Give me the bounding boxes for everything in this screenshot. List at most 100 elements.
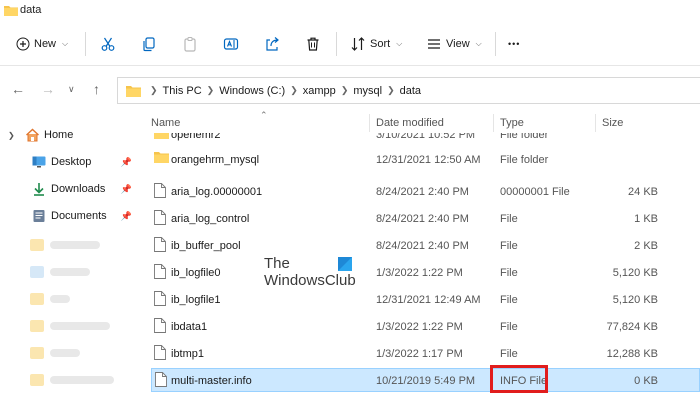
table-row[interactable]: ib_logfile1 12/31/2021 12:49 AM File 5,1… — [151, 288, 700, 312]
column-divider[interactable] — [493, 114, 494, 132]
chevron-right-icon[interactable]: ❯ — [8, 131, 15, 140]
breadcrumb-separator-icon: ❯ — [206, 85, 215, 95]
clipboard-icon — [184, 37, 196, 52]
file-icon — [154, 210, 166, 225]
breadcrumb-this-pc[interactable]: This PC — [163, 85, 202, 97]
forward-arrow-icon[interactable]: → — [41, 81, 55, 97]
separator — [85, 32, 86, 56]
file-date: 12/31/2021 12:50 AM — [376, 154, 481, 166]
breadcrumb-separator-icon: ❯ — [150, 85, 158, 95]
sort-button[interactable]: Sort ⌵ — [350, 32, 402, 56]
breadcrumb-separator-icon: ❯ — [387, 85, 395, 95]
file-icon — [154, 291, 166, 306]
column-header-type[interactable]: Type — [500, 117, 524, 129]
copy-button[interactable] — [141, 32, 157, 56]
table-row[interactable]: aria_log_control 8/24/2021 2:40 PM File … — [151, 207, 700, 231]
file-size: 5,120 KB — [612, 267, 658, 279]
address-row: ← → ∨ ↑ ❯ This PC ❯ Windows (C:) ❯ xampp… — [0, 72, 700, 106]
pin-icon[interactable]: 📌 — [121, 211, 132, 222]
file-name: orangehrm_mysql — [171, 154, 260, 166]
file-date: 8/24/2021 2:40 PM — [376, 186, 469, 198]
view-list-icon — [428, 39, 440, 49]
view-label: View — [446, 38, 470, 50]
file-type: File — [500, 267, 518, 279]
file-icon — [154, 237, 166, 252]
sidebar-item-documents[interactable]: Documents 📌 — [0, 205, 140, 227]
watermark-line1: The — [264, 255, 290, 272]
chevron-down-icon: ⌵ — [475, 39, 482, 48]
file-name: ib_logfile0 — [171, 267, 221, 279]
column-header-size[interactable]: Size — [602, 117, 623, 129]
file-date: 3/10/2021 10:52 PM — [376, 133, 476, 141]
sidebar-item-label: Documents — [51, 210, 107, 222]
sidebar-item-label: Desktop — [51, 156, 92, 168]
breadcrumb-data[interactable]: data — [400, 85, 421, 97]
breadcrumb-mysql[interactable]: mysql — [353, 85, 382, 97]
recent-chevron-icon[interactable]: ∨ — [68, 84, 75, 95]
file-size: 24 KB — [628, 186, 658, 198]
file-type: File — [500, 240, 518, 252]
cut-button[interactable] — [100, 32, 116, 56]
file-name: ib_logfile1 — [171, 294, 221, 306]
up-arrow-icon[interactable]: ↑ — [93, 81, 100, 97]
column-header-name[interactable]: Name — [151, 117, 180, 129]
file-size: 1 KB — [634, 213, 658, 225]
back-arrow-icon[interactable]: ← — [11, 81, 25, 97]
breadcrumb-xampp[interactable]: xampp — [303, 85, 336, 97]
file-size: 0 KB — [634, 375, 658, 387]
file-type: File folder — [500, 133, 549, 141]
file-name: multi-master.info — [171, 375, 252, 387]
table-row[interactable]: ib_buffer_pool 8/24/2021 2:40 PM File 2 … — [151, 234, 700, 258]
file-type: File folder — [500, 154, 549, 166]
folder-icon — [126, 85, 141, 97]
watermark-line2: WindowsClub — [264, 272, 356, 289]
pin-icon[interactable]: 📌 — [121, 157, 132, 168]
file-list: ⌃ Name Date modified Type Size openemr2 … — [143, 108, 700, 394]
table-row-selected[interactable]: multi-master.info 10/21/2019 5:49 PM INF… — [151, 368, 700, 392]
sidebar-item-desktop[interactable]: Desktop 📌 — [0, 151, 140, 173]
file-name: openemr2 — [171, 133, 221, 141]
more-options-button[interactable]: ••• — [508, 32, 520, 56]
address-bar[interactable]: ❯ This PC ❯ Windows (C:) ❯ xampp ❯ mysql… — [117, 77, 700, 104]
file-name: ib_buffer_pool — [171, 240, 241, 252]
desktop-icon — [32, 156, 46, 168]
sort-label: Sort — [370, 38, 391, 50]
column-header-date[interactable]: Date modified — [376, 117, 444, 129]
file-date: 1/3/2022 1:17 PM — [376, 348, 463, 360]
navigation-pane: ❯ Home Desktop 📌 Downloads 📌 Documents 📌 — [0, 110, 140, 394]
file-type: 00000001 File — [500, 186, 570, 198]
table-row[interactable]: ibtmp1 1/3/2022 1:17 PM File 12,288 KB — [151, 342, 700, 366]
file-type: File — [500, 294, 518, 306]
file-name: aria_log.00000001 — [171, 186, 263, 198]
delete-button[interactable] — [305, 32, 321, 56]
file-date: 1/3/2022 1:22 PM — [376, 267, 463, 279]
column-divider[interactable] — [369, 114, 370, 132]
view-button[interactable]: View ⌵ — [426, 32, 482, 56]
folder-icon — [154, 152, 169, 163]
sidebar-item-home[interactable]: ❯ Home — [0, 124, 140, 146]
copy-icon — [143, 37, 155, 52]
separator — [495, 32, 496, 56]
new-button[interactable]: New ⌵ — [16, 32, 68, 56]
sidebar-item-downloads[interactable]: Downloads 📌 — [0, 178, 140, 200]
download-icon — [34, 183, 44, 196]
title-bar: data — [0, 0, 700, 20]
folder-icon — [4, 6, 18, 16]
table-row[interactable]: orangehrm_mysql 12/31/2021 12:50 AM File… — [151, 148, 700, 172]
file-icon — [154, 318, 166, 333]
table-row[interactable]: aria_log.00000001 8/24/2021 2:40 PM 0000… — [151, 180, 700, 204]
new-label: New — [34, 38, 57, 50]
breadcrumb-windows-c[interactable]: Windows (C:) — [219, 85, 285, 97]
rename-button[interactable] — [223, 32, 239, 56]
table-row[interactable]: openemr2 3/10/2021 10:52 PM File folder — [151, 133, 700, 147]
table-row[interactable]: ib_logfile0 1/3/2022 1:22 PM File 5,120 … — [151, 261, 700, 285]
redacted-sidebar-item — [30, 373, 114, 387]
paste-button[interactable] — [182, 32, 198, 56]
file-size: 12,288 KB — [606, 348, 658, 360]
table-row[interactable]: ibdata1 1/3/2022 1:22 PM File 77,824 KB — [151, 315, 700, 339]
file-type: File — [500, 348, 518, 360]
share-button[interactable] — [264, 32, 280, 56]
rename-icon — [223, 38, 239, 50]
pin-icon[interactable]: 📌 — [121, 184, 132, 195]
column-divider[interactable] — [595, 114, 596, 132]
